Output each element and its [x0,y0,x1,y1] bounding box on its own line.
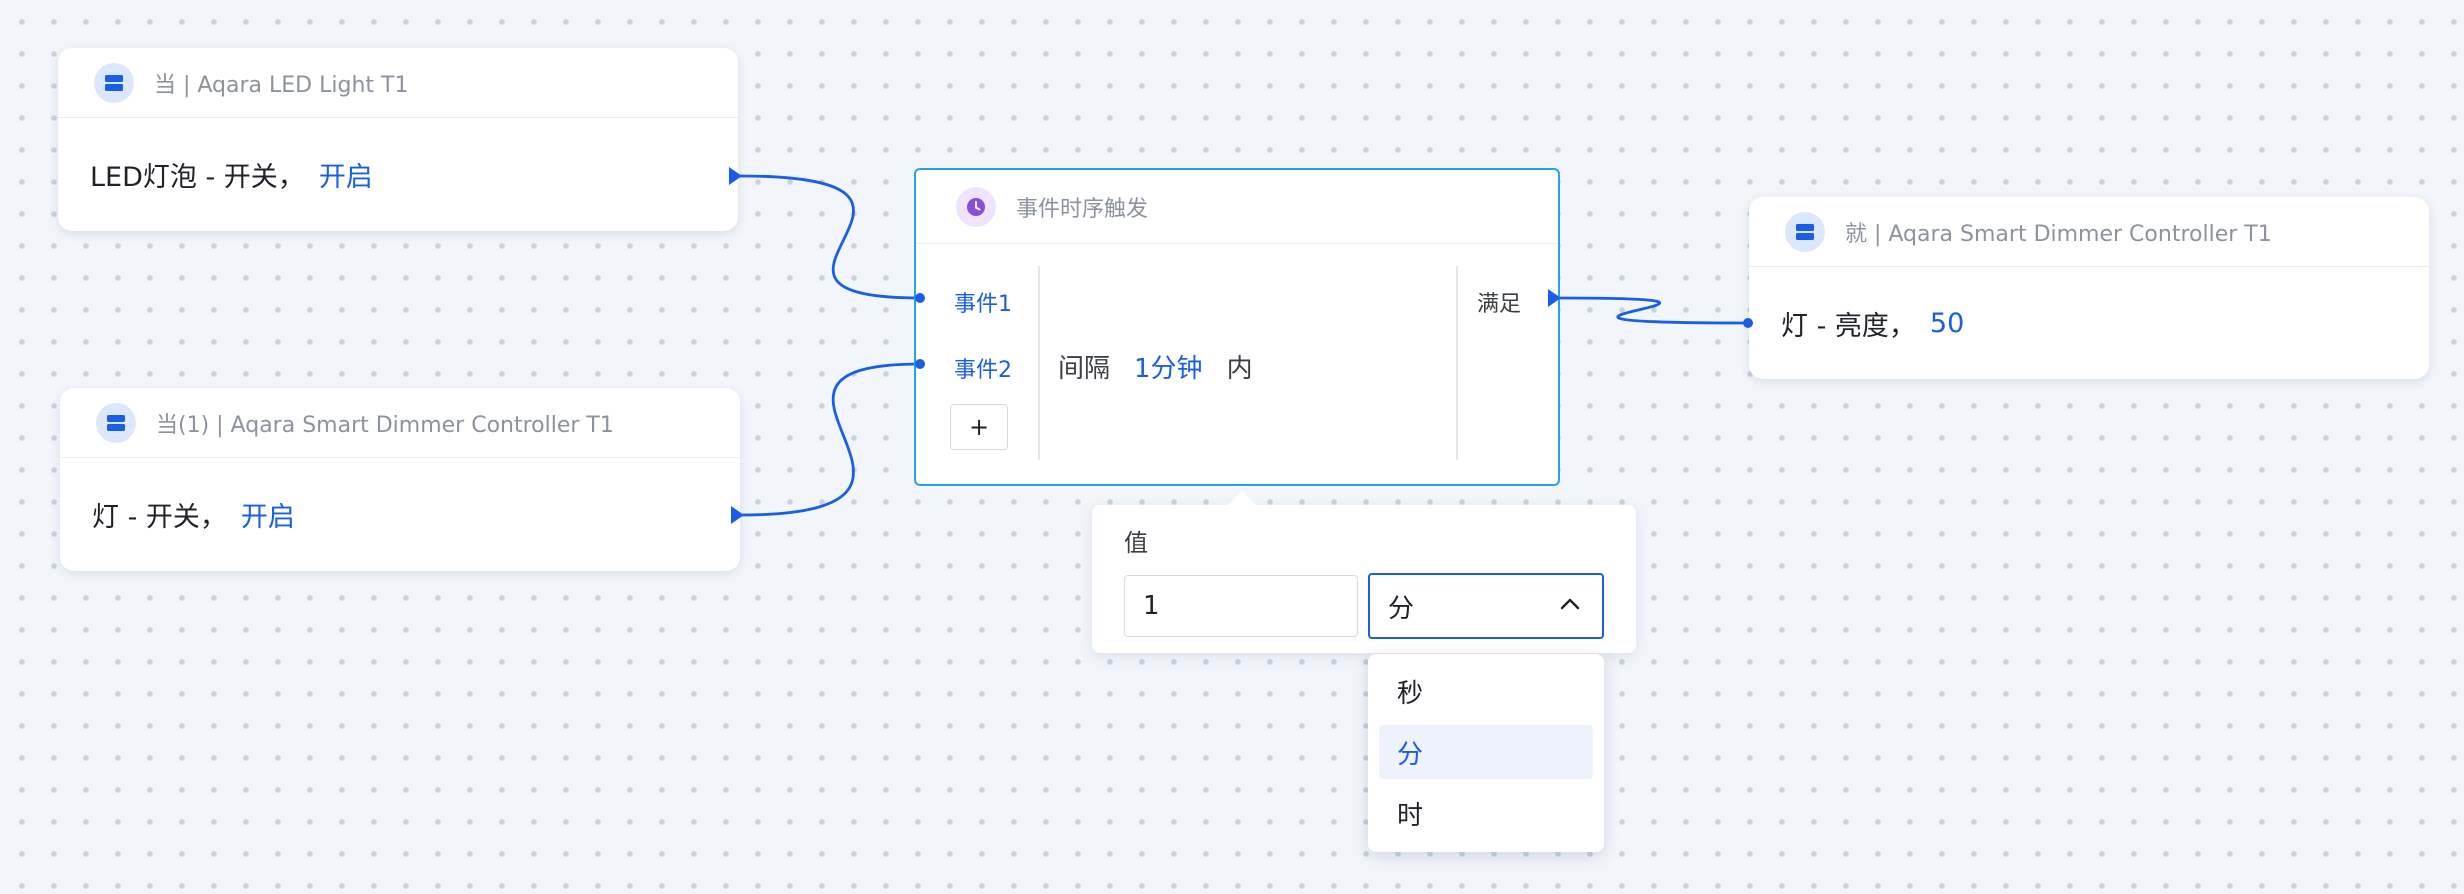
node-condition: 灯 - 开关， 开启 [60,458,740,571]
wire-trigger1-to-event1 [739,174,921,300]
value-number-input[interactable] [1124,575,1358,637]
chevron-up-icon [1560,598,1580,610]
unit-select-value: 分 [1388,593,1415,624]
output-port-trigger1[interactable] [729,167,742,185]
wire-trigger2-to-event2 [739,362,921,517]
interval-value[interactable]: 1分钟 [1134,348,1203,385]
unit-select[interactable]: 分 [1368,573,1604,639]
unit-dropdown-menu: 秒 分 时 [1368,654,1604,852]
device-icon [94,62,134,103]
input-port-event1[interactable] [915,293,925,303]
action-node-dimmer[interactable]: 就 | Aqara Smart Dimmer Controller T1 灯 -… [1749,197,2429,379]
node-condition: LED灯泡 - 开关， 开启 [58,118,738,231]
device-icon [96,402,136,443]
event-2-label[interactable]: 事件2 [954,352,1012,384]
unit-option-minutes[interactable]: 分 [1379,725,1593,779]
node-header: 当 | Aqara LED Light T1 [58,48,738,118]
node-header: 就 | Aqara Smart Dimmer Controller T1 [1749,197,2429,267]
event-sequence-node[interactable]: 事件时序触发 事件1 事件2 + 间隔 1分钟 内 满足 [914,168,1560,486]
interval-prefix: 间隔 [1058,354,1111,384]
condition-property: LED灯泡 - 开关， [90,162,305,193]
node-title: 就 | Aqara Smart Dimmer Controller T1 [1845,221,2272,247]
action-value[interactable]: 50 [1930,308,1964,339]
trigger-node-dimmer[interactable]: 当(1) | Aqara Smart Dimmer Controller T1 … [60,388,740,571]
divider [1038,266,1040,460]
condition-property: 灯 - 开关， [92,502,227,533]
node-header: 事件时序触发 [916,170,1558,244]
value-label: 值 [1124,529,1148,557]
interval-text: 间隔 1分钟 内 [1058,348,1253,385]
output-port-satisfy[interactable] [1548,289,1561,307]
condition-value[interactable]: 开启 [241,495,295,534]
condition-value[interactable]: 开启 [319,155,373,194]
node-header: 当(1) | Aqara Smart Dimmer Controller T1 [60,388,740,458]
interval-suffix: 内 [1226,354,1253,384]
device-icon [1785,211,1825,252]
unit-option-seconds[interactable]: 秒 [1379,664,1593,718]
unit-option-hours[interactable]: 时 [1379,786,1593,840]
node-title: 事件时序触发 [1016,196,1149,222]
wire-satisfy-to-action [1559,296,1749,325]
input-port-action[interactable] [1743,318,1753,328]
output-port-trigger2[interactable] [731,506,744,524]
action-property: 灯 - 亮度， [1781,310,1916,342]
node-title: 当(1) | Aqara Smart Dimmer Controller T1 [156,412,614,438]
event-1-label[interactable]: 事件1 [954,286,1012,318]
input-port-event2[interactable] [915,359,925,369]
node-title: 当 | Aqara LED Light T1 [154,72,409,98]
node-action: 灯 - 亮度， 50 [1749,267,2429,379]
satisfy-label: 满足 [1477,292,1522,317]
divider [1456,266,1458,460]
trigger-node-led-light[interactable]: 当 | Aqara LED Light T1 LED灯泡 - 开关， 开启 [58,48,738,231]
clock-icon [956,186,996,227]
value-popover: 值 分 [1092,490,1636,653]
add-event-button[interactable]: + [950,404,1008,450]
